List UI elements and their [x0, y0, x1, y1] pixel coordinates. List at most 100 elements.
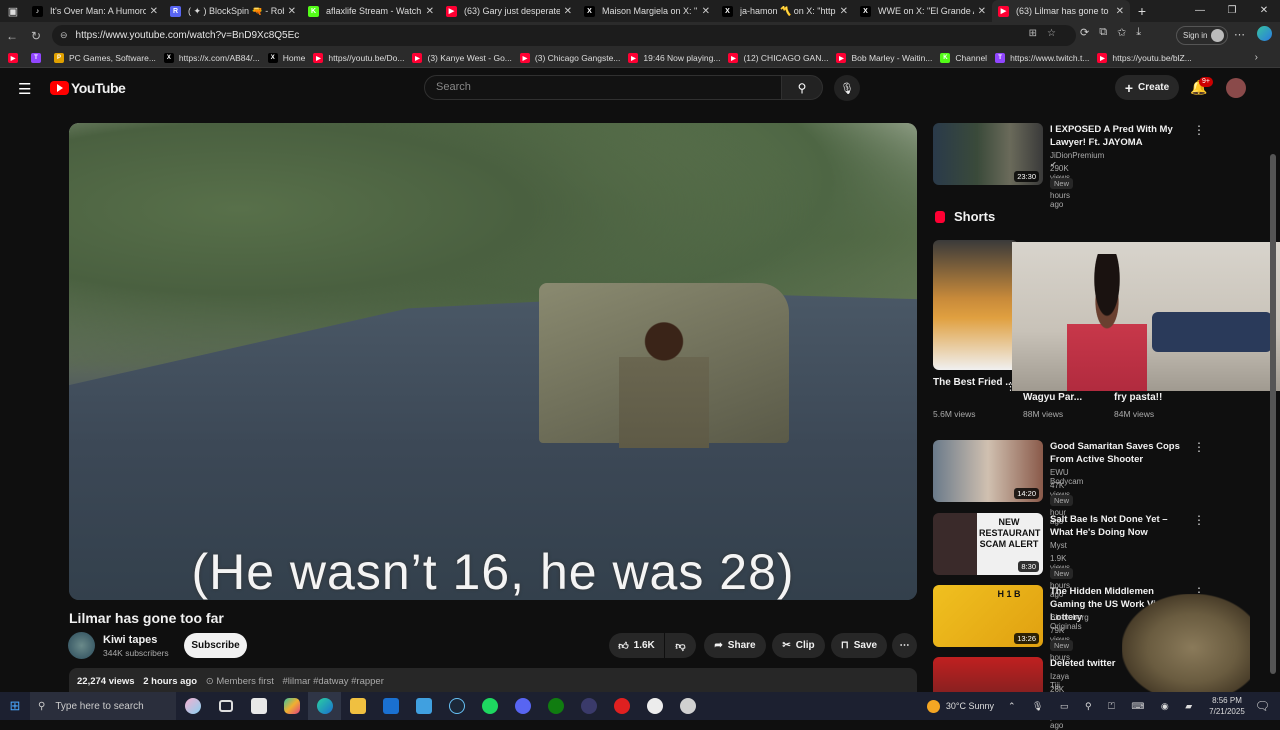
youtube-logo[interactable]: YouTube: [50, 80, 126, 96]
minimize-icon[interactable]: —: [1184, 0, 1216, 22]
bookmark-item[interactable]: ▶ Bob Marley - Waitin...: [836, 53, 932, 63]
more-menu-icon[interactable]: ⋯: [1234, 28, 1245, 41]
widgets-icon[interactable]: [176, 692, 209, 720]
close-tab-icon[interactable]: ✕: [702, 6, 710, 17]
dislike-button[interactable]: 👎︎: [665, 633, 696, 658]
bookmark-item[interactable]: ▶ 19:46 Now playing...: [628, 53, 720, 63]
more-actions-button[interactable]: ⋯: [892, 633, 917, 658]
site-info-icon[interactable]: ⊖: [60, 30, 68, 41]
extensions-icon[interactable]: ⟳: [1080, 26, 1089, 39]
channel-avatar[interactable]: [68, 632, 95, 659]
browser-tab[interactable]: ▶ (63) Lilmar has gone to ✕: [992, 0, 1130, 22]
clock[interactable]: 8:56 PM 7/21/2025: [1209, 695, 1245, 717]
browser-tab[interactable]: R ( ✦ ) BlockSpin 🔫 - Roblox ✕: [164, 0, 302, 22]
address-bar[interactable]: ⊖ https://www.youtube.com/watch?v=BnD9Xc…: [52, 25, 1076, 46]
close-tab-icon[interactable]: ✕: [288, 6, 296, 17]
roblox-icon[interactable]: [605, 692, 638, 720]
app-icon[interactable]: [671, 692, 704, 720]
close-window-icon[interactable]: ✕: [1248, 0, 1280, 22]
address-bar-actions[interactable]: ⊞☆: [1029, 28, 1066, 39]
bookmark-item[interactable]: T: [31, 53, 46, 63]
photos-icon[interactable]: [407, 692, 440, 720]
close-tab-icon[interactable]: ✕: [1116, 6, 1124, 17]
copilot-icon[interactable]: [1257, 26, 1272, 41]
split-screen-icon[interactable]: ⧉: [1099, 26, 1107, 39]
share-button[interactable]: ➦ Share: [704, 633, 766, 658]
short-title[interactable]: fry pasta!!: [1114, 392, 1162, 403]
tray-icons[interactable]: ⌃ 🎙 ▭ ⚲ ⏍ ⌨ ◉ ▰: [1008, 701, 1199, 712]
task-view-icon[interactable]: [209, 692, 242, 720]
video-player[interactable]: (He wasn’t 16, he was 28): [69, 123, 917, 600]
app-icon[interactable]: [572, 692, 605, 720]
bookmark-item[interactable]: Xhttps://x.com/AB84/...: [163, 53, 260, 63]
tab-actions-icon[interactable]: ▣: [0, 0, 26, 22]
short-title[interactable]: The Best Fried ...: [933, 377, 1014, 388]
back-icon[interactable]: ←: [0, 29, 24, 43]
search-button[interactable]: ⚲: [781, 75, 823, 100]
channel-name[interactable]: Kiwi tapes: [103, 634, 157, 646]
more-vertical-icon[interactable]: ⋮: [1193, 440, 1205, 454]
view-count: 22,274 views: [77, 676, 135, 687]
bookmarks-overflow-icon[interactable]: ›: [1255, 52, 1258, 63]
browser-tab[interactable]: Kaflaxlife Stream - Watch Liv ✕: [302, 0, 440, 22]
close-tab-icon[interactable]: ✕: [150, 6, 158, 17]
scrollbar-thumb[interactable]: [1270, 154, 1276, 674]
steam-icon[interactable]: [440, 692, 473, 720]
notification-center-icon[interactable]: 🗨: [1255, 699, 1270, 713]
sign-in-button[interactable]: Sign in: [1176, 26, 1228, 45]
clock-time: 8:56 PM: [1212, 696, 1242, 705]
bookmark-item[interactable]: P PC Games, Software...: [54, 53, 156, 63]
browser-tab[interactable]: X Maison Margiela on X: "@m ✕: [578, 0, 716, 22]
outlook-icon[interactable]: [374, 692, 407, 720]
browser-tab[interactable]: X WWE on X: "El Grande Ame ✕: [854, 0, 992, 22]
browser-tab[interactable]: ♪ It's Over Man: A Humorous ✕: [26, 0, 164, 22]
xbox-icon[interactable]: [539, 692, 572, 720]
close-tab-icon[interactable]: ✕: [426, 6, 434, 17]
account-avatar[interactable]: [1226, 78, 1246, 98]
bookmark-item[interactable]: ▶ https//youtu.be/Do...: [313, 53, 404, 63]
reload-icon[interactable]: ↻: [24, 29, 48, 43]
menu-icon[interactable]: ☰: [18, 80, 31, 98]
description-box[interactable]: 22,274 views 2 hours ago ⊙ Members first…: [69, 668, 917, 692]
weather-widget[interactable]: 30°C Sunny: [926, 699, 994, 713]
save-button[interactable]: ⊓ Save: [831, 633, 887, 658]
download-icon[interactable]: ⤓: [1136, 26, 1141, 39]
short-title[interactable]: Wagyu Par...: [1023, 392, 1082, 403]
bookmark-item[interactable]: ▶ https://youtu.be/blZ...: [1097, 53, 1192, 63]
subscribe-button[interactable]: Subscribe: [184, 633, 247, 658]
file-explorer-icon[interactable]: [341, 692, 374, 720]
bookmark-item[interactable]: Thttps://www.twitch.t...: [995, 53, 1089, 63]
more-vertical-icon[interactable]: ⋮: [1193, 123, 1205, 137]
more-vertical-icon[interactable]: ⋮: [1193, 513, 1205, 527]
clip-button[interactable]: ✂ Clip: [772, 633, 825, 658]
close-tab-icon[interactable]: ✕: [978, 6, 986, 17]
store-icon[interactable]: [242, 692, 275, 720]
bookmark-item[interactable]: K Channel: [940, 53, 987, 63]
bookmark-item[interactable]: ▶ (3) Chicago Gangste...: [519, 53, 620, 63]
voice-search-button[interactable]: 🎙: [834, 75, 860, 101]
browser-tab[interactable]: ▶ (63) Gary just desperate at ✕: [440, 0, 578, 22]
close-tab-icon[interactable]: ✕: [564, 6, 572, 17]
spotify-icon[interactable]: [473, 692, 506, 720]
bookmark-item[interactable]: ▶: [8, 53, 23, 63]
close-tab-icon[interactable]: ✕: [840, 6, 848, 17]
discord-icon[interactable]: [506, 692, 539, 720]
favorites-icon[interactable]: ✩: [1117, 26, 1126, 39]
hashtags[interactable]: #lilmar #datway #rapper: [283, 676, 384, 687]
create-button[interactable]: + Create: [1115, 75, 1179, 100]
bookmark-item[interactable]: X Home: [267, 53, 305, 63]
bookmark-item[interactable]: ▶ (12) CHICAGO GAN...: [728, 53, 828, 63]
taskbar-search[interactable]: ⚲ Type here to search: [30, 692, 176, 720]
short-thumbnail[interactable]: [933, 240, 1018, 370]
bookmark-item[interactable]: ▶ (3) Kanye West - Go...: [412, 53, 512, 63]
copilot-taskbar-icon[interactable]: [275, 692, 308, 720]
maximize-icon[interactable]: ❐: [1216, 0, 1248, 22]
new-tab-button[interactable]: +: [1130, 3, 1154, 19]
chatgpt-icon[interactable]: [638, 692, 671, 720]
start-button[interactable]: ⊞: [0, 698, 30, 714]
browser-tab[interactable]: Xja-hamon 〽️ on X: "https:/ ✕: [716, 0, 854, 22]
edge-icon[interactable]: [308, 692, 341, 720]
like-button[interactable]: 👍︎ 1.6K: [609, 633, 664, 658]
search-input[interactable]: Search: [424, 75, 782, 100]
page-scrollbar[interactable]: [1270, 154, 1276, 694]
